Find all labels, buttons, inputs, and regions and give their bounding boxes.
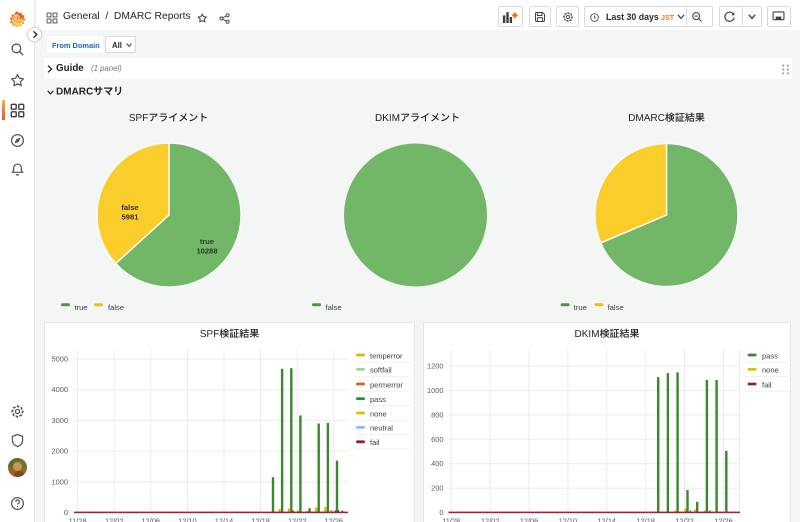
svg-text:400: 400	[431, 459, 443, 468]
svg-text:false: false	[121, 203, 138, 212]
svg-text:neutral: neutral	[370, 424, 393, 433]
svg-text:12/26: 12/26	[714, 517, 733, 522]
svg-text:11/28: 11/28	[69, 517, 87, 522]
svg-text:12/14: 12/14	[215, 517, 234, 522]
svg-text:12/26: 12/26	[325, 517, 344, 522]
svg-text:12/18: 12/18	[251, 517, 270, 522]
svg-text:pass: pass	[370, 395, 386, 404]
svg-text:12/02: 12/02	[105, 517, 124, 522]
svg-text:12/10: 12/10	[559, 517, 578, 522]
svg-text:fail: fail	[762, 380, 772, 389]
svg-text:12/02: 12/02	[481, 517, 500, 522]
svg-text:12/22: 12/22	[288, 517, 307, 522]
svg-text:fail: fail	[370, 438, 380, 447]
svg-text:3000: 3000	[52, 416, 68, 425]
svg-text:false: false	[326, 303, 342, 312]
svg-text:0: 0	[64, 508, 68, 517]
svg-text:11/28: 11/28	[442, 517, 460, 522]
svg-text:200: 200	[431, 484, 443, 493]
svg-text:5000: 5000	[52, 355, 68, 364]
svg-text:12/22: 12/22	[675, 517, 694, 522]
svg-text:800: 800	[431, 410, 443, 419]
svg-text:12/18: 12/18	[636, 517, 655, 522]
svg-text:softfail: softfail	[370, 366, 392, 375]
svg-text:12/14: 12/14	[598, 517, 617, 522]
svg-text:12/06: 12/06	[142, 517, 161, 522]
svg-text:true: true	[200, 237, 214, 246]
svg-text:permerror: permerror	[370, 380, 403, 389]
svg-text:10288: 10288	[196, 247, 217, 256]
svg-text:600: 600	[431, 435, 443, 444]
svg-text:12/10: 12/10	[178, 517, 197, 522]
svg-text:temperror: temperror	[370, 351, 403, 360]
svg-text:pass: pass	[762, 351, 778, 360]
svg-text:true: true	[574, 303, 587, 312]
svg-text:2000: 2000	[52, 447, 68, 456]
svg-text:12/06: 12/06	[520, 517, 539, 522]
svg-text:1000: 1000	[427, 386, 443, 395]
svg-text:true: true	[75, 303, 88, 312]
svg-text:4000: 4000	[52, 385, 68, 394]
svg-text:none: none	[762, 366, 779, 375]
svg-text:1000: 1000	[52, 477, 68, 486]
svg-text:false: false	[608, 303, 624, 312]
svg-text:5981: 5981	[122, 213, 140, 222]
svg-text:none: none	[370, 409, 387, 418]
svg-text:false: false	[108, 303, 124, 312]
svg-text:1200: 1200	[427, 362, 443, 371]
